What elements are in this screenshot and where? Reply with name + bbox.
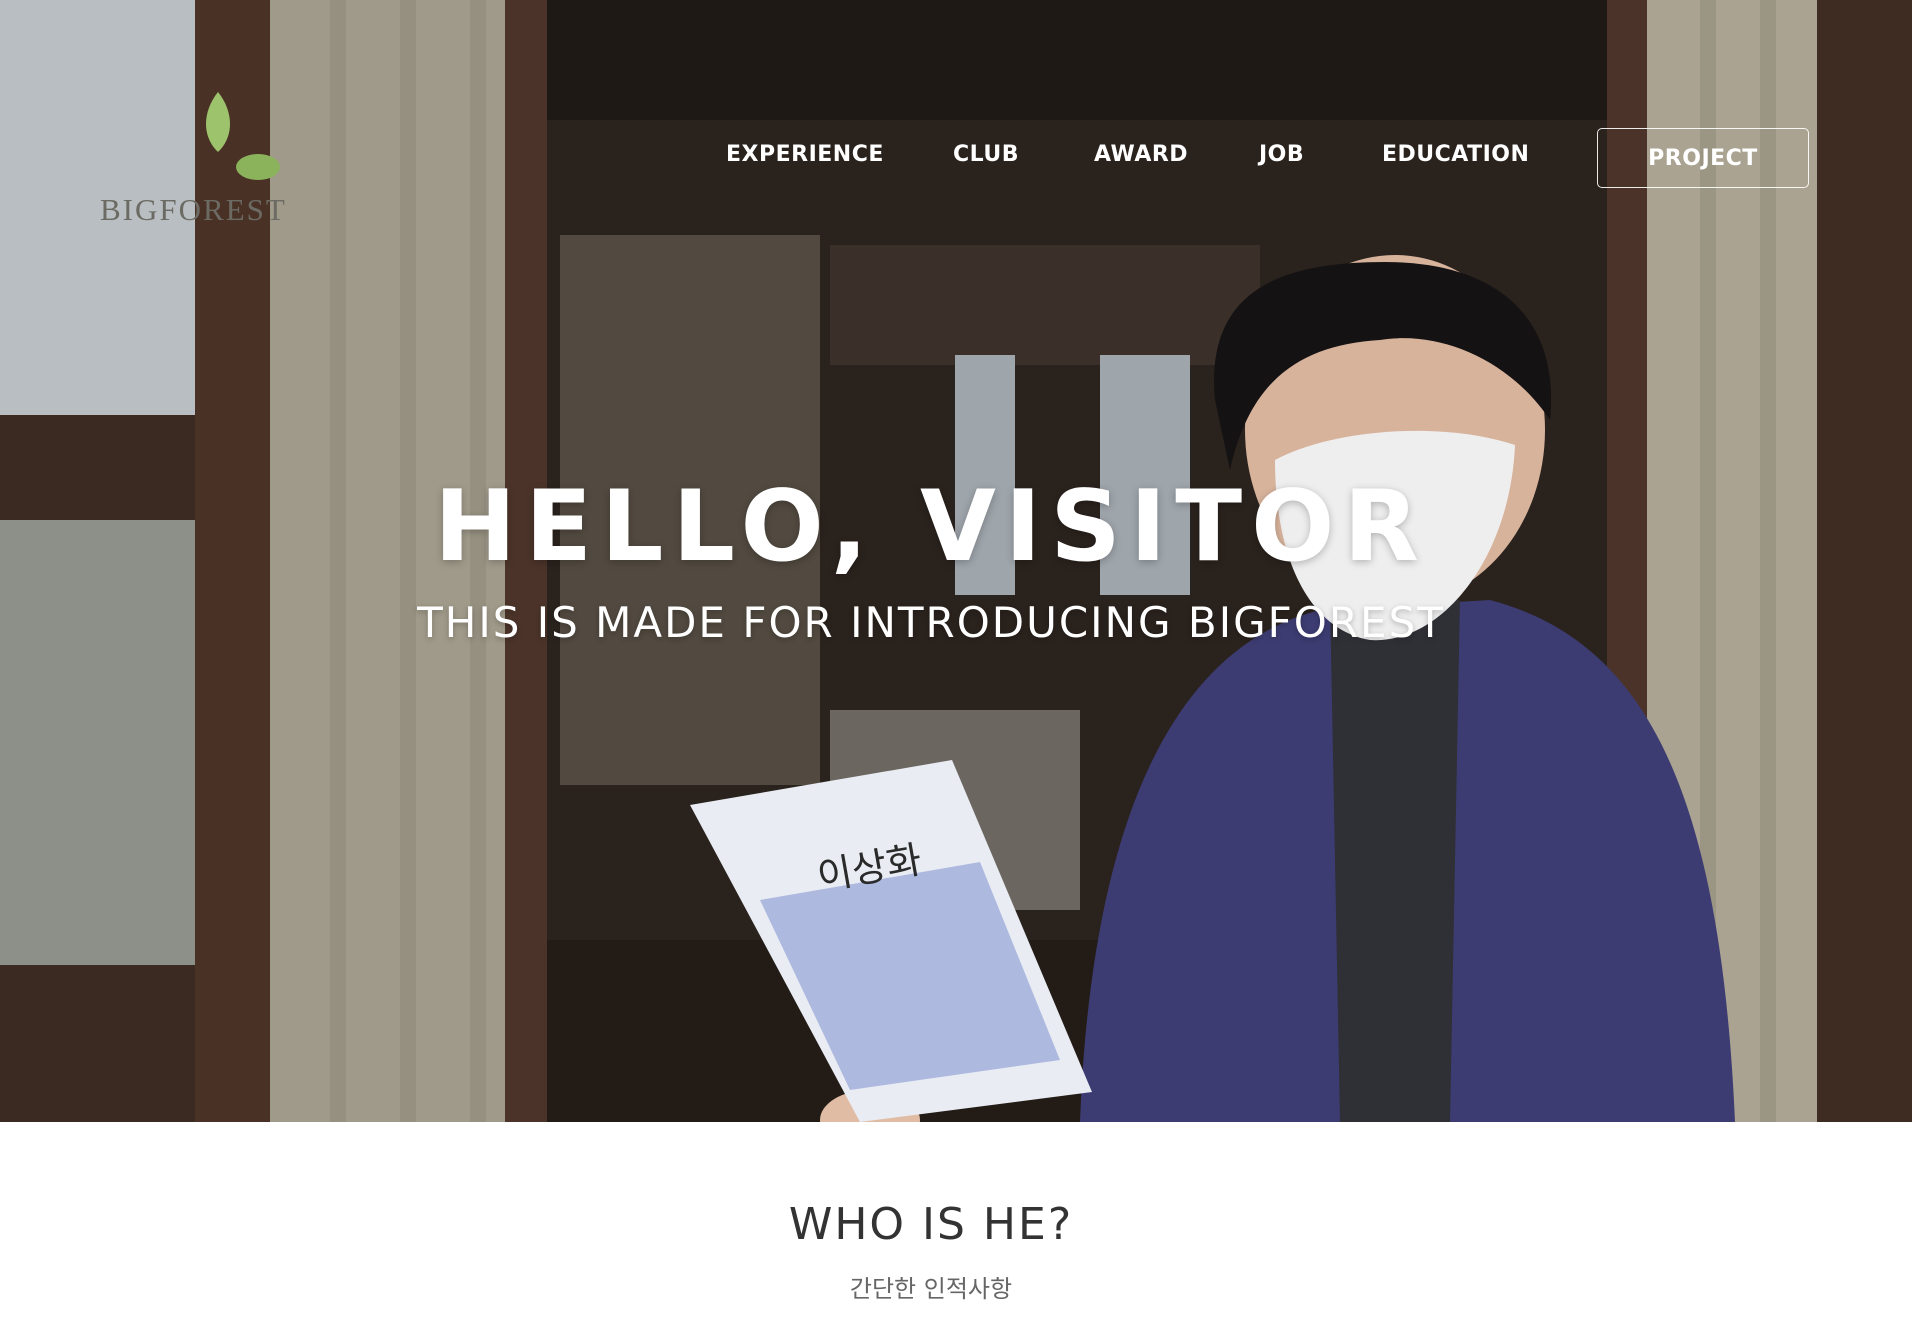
main-nav: EXPERIENCE CLUB AWARD JOB EDUCATION PROJ…	[0, 128, 1912, 188]
hero-title: HELLO, VISITOR	[434, 470, 1428, 584]
section-subtitle: 간단한 인적사항	[849, 1275, 1013, 1303]
logo-text: BIGFOREST	[100, 192, 287, 227]
nav-item-education[interactable]: EDUCATION	[1382, 142, 1529, 167]
hero-section: 이상화 BIGFOREST EXPERIENCE CLUB AWARD JOB …	[0, 0, 1912, 1122]
project-button[interactable]: PROJECT	[1597, 128, 1809, 188]
nav-item-job[interactable]: JOB	[1259, 142, 1304, 167]
hero-subtitle: THIS IS MADE FOR INTRODUCING BIGFOREST	[417, 598, 1445, 647]
nav-item-club[interactable]: CLUB	[953, 142, 1019, 167]
about-section: WHO IS HE? 간단한 인적사항	[0, 1122, 1912, 1320]
nav-item-experience[interactable]: EXPERIENCE	[726, 142, 884, 167]
section-title: WHO IS HE?	[788, 1199, 1074, 1250]
nav-item-award[interactable]: AWARD	[1094, 142, 1188, 167]
